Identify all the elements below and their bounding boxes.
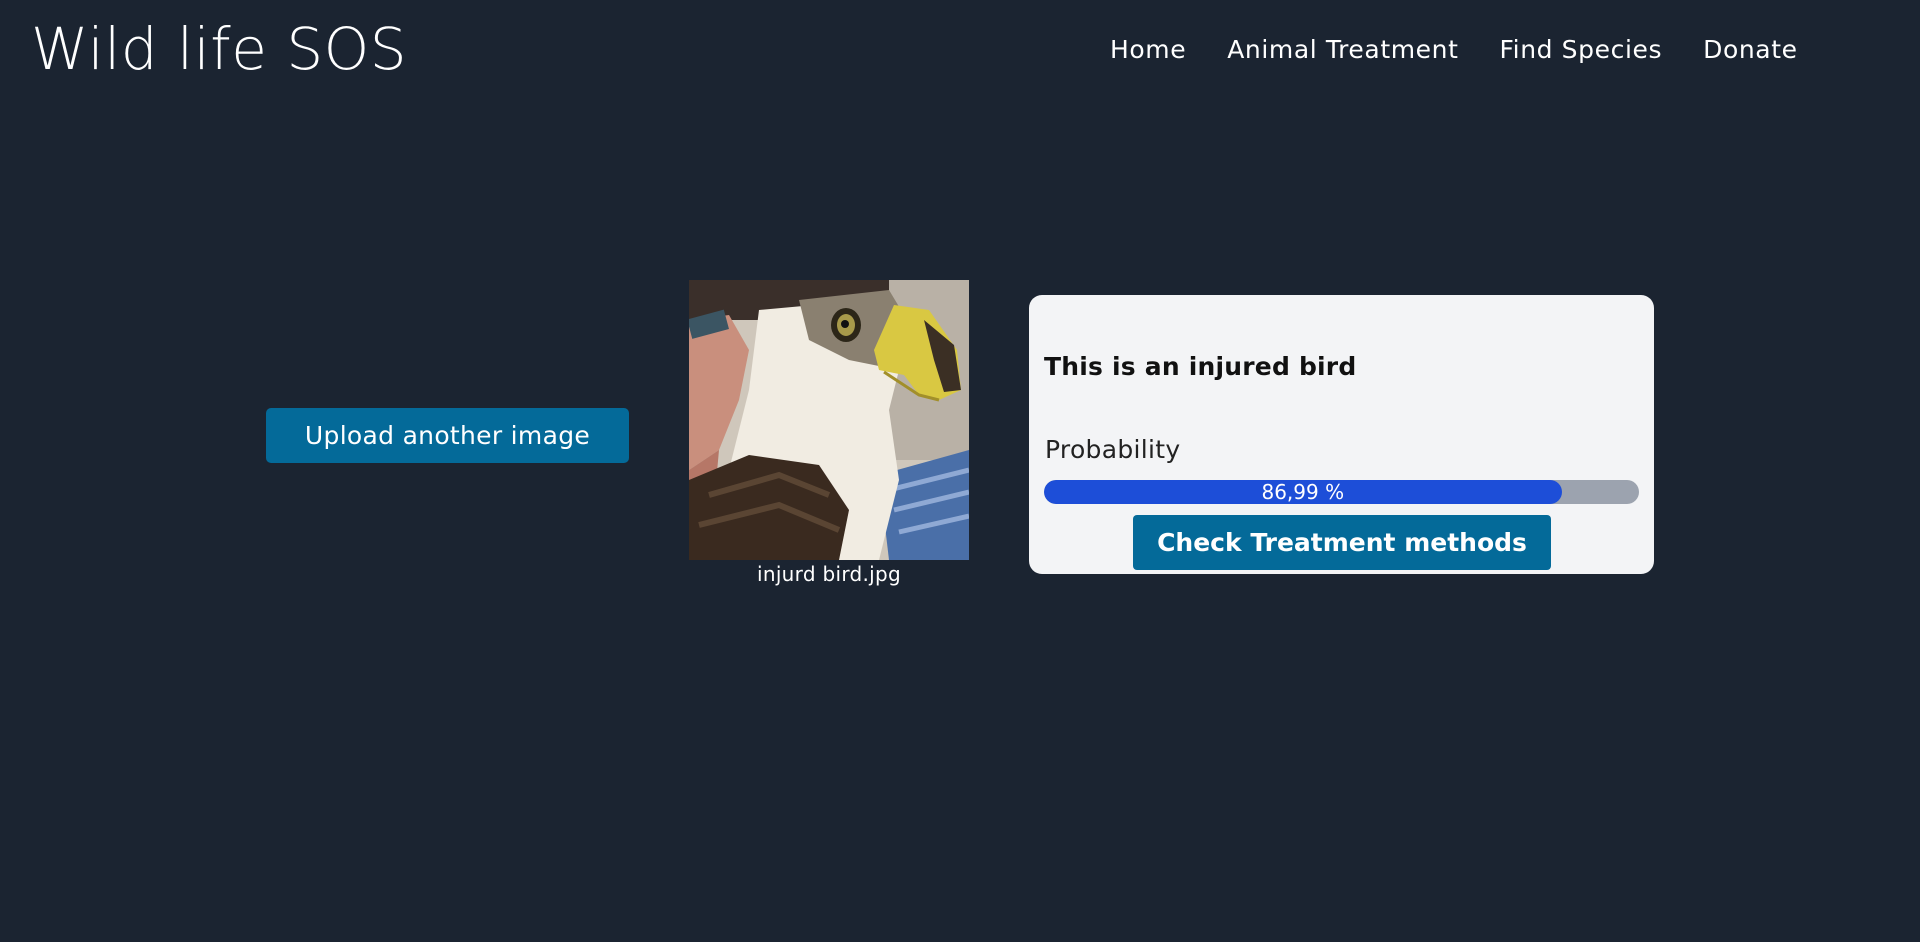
page: Wild life SOS Home Animal Treatment Find… (0, 0, 1920, 942)
probability-label: Probability (1045, 435, 1181, 464)
probability-progress-fill: 86,99 % (1044, 480, 1562, 504)
check-treatment-methods-button[interactable]: Check Treatment methods (1133, 515, 1551, 570)
prediction-text: This is an injured bird (1044, 352, 1357, 381)
probability-value: 86,99 % (1261, 480, 1345, 504)
bird-photo (689, 280, 969, 560)
nav-home[interactable]: Home (1110, 30, 1186, 70)
nav-animal-treatment[interactable]: Animal Treatment (1227, 30, 1458, 70)
upload-another-image-button[interactable]: Upload another image (266, 408, 629, 463)
main-nav: Home Animal Treatment Find Species Donat… (1110, 30, 1798, 70)
nav-donate[interactable]: Donate (1703, 30, 1798, 70)
nav-find-species[interactable]: Find Species (1500, 30, 1663, 70)
uploaded-image-preview (689, 280, 969, 560)
result-card: This is an injured bird Probability 86,9… (1029, 295, 1654, 574)
site-title: Wild life SOS (31, 15, 408, 83)
probability-progress-bar: 86,99 % (1044, 480, 1639, 504)
file-name: injurd bird.jpg (756, 562, 901, 586)
